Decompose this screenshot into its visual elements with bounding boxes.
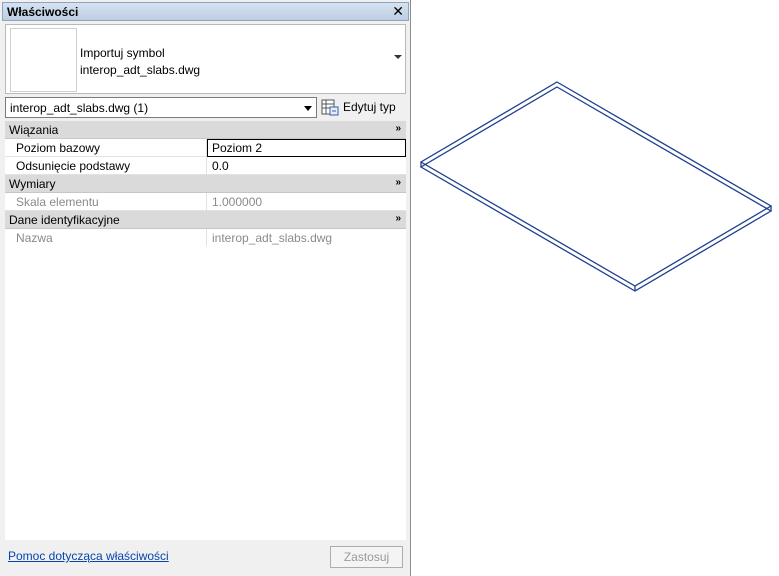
slab-top-outline[interactable]	[419, 81, 773, 287]
property-row-name: Nazwa interop_adt_slabs.dwg	[5, 229, 406, 247]
property-name: Nazwa	[5, 229, 207, 247]
collapse-icon[interactable]: »	[395, 123, 401, 134]
slab-drawing	[419, 81, 773, 292]
instance-filter-dropdown[interactable]: interop_adt_slabs.dwg (1)	[5, 97, 317, 118]
property-row-element-scale: Skala elementu 1.000000	[5, 193, 406, 211]
edit-type-icon	[321, 99, 339, 116]
slab-bottom-outline	[419, 86, 773, 292]
panel-titlebar[interactable]: Właściwości ✕	[2, 2, 409, 21]
property-row-base-level[interactable]: Poziom bazowy Poziom 2	[5, 139, 406, 157]
property-name: Odsunięcie podstawy	[5, 157, 207, 175]
apply-button[interactable]: Zastosuj	[330, 546, 403, 568]
base-offset-field[interactable]: 0.0	[207, 157, 406, 175]
type-preview-thumbnail	[10, 28, 77, 92]
type-family-label: Importuj symbol	[80, 46, 165, 60]
properties-empty-area	[5, 246, 406, 540]
property-name: Skala elementu	[5, 193, 207, 211]
section-header-constraints[interactable]: Wiązania »	[5, 121, 406, 139]
section-title: Wiązania	[9, 123, 59, 137]
dropdown-arrow-icon[interactable]	[304, 106, 312, 111]
collapse-icon[interactable]: »	[395, 177, 401, 188]
property-row-base-offset[interactable]: Odsunięcie podstawy 0.0	[5, 157, 406, 175]
close-icon[interactable]: ✕	[392, 3, 404, 20]
edit-type-button[interactable]: Edytuj typ	[321, 97, 405, 118]
section-title: Wymiary	[9, 177, 56, 191]
section-title: Dane identyfikacyjne	[9, 213, 120, 227]
collapse-icon[interactable]: »	[395, 213, 401, 224]
section-header-identity-data[interactable]: Dane identyfikacyjne »	[5, 211, 406, 229]
property-name: Poziom bazowy	[5, 139, 207, 157]
properties-grid: Wiązania » Poziom bazowy Poziom 2 Odsuni…	[5, 121, 406, 247]
3d-viewport[interactable]	[412, 0, 779, 576]
instance-filter-value: interop_adt_slabs.dwg (1)	[10, 101, 149, 115]
element-scale-value: 1.000000	[212, 195, 263, 209]
type-name-label: interop_adt_slabs.dwg	[80, 63, 201, 77]
type-selector[interactable]: Importuj symbol interop_adt_slabs.dwg	[5, 24, 406, 94]
name-value: interop_adt_slabs.dwg	[212, 231, 333, 245]
properties-panel: Właściwości ✕ Importuj symbol interop_ad…	[0, 0, 411, 576]
properties-help-link[interactable]: Pomoc dotycząca właściwości	[8, 549, 169, 563]
section-header-dimensions[interactable]: Wymiary »	[5, 175, 406, 193]
chevron-down-icon[interactable]	[394, 55, 402, 59]
base-level-field[interactable]: Poziom 2	[207, 139, 406, 157]
edit-type-label: Edytuj typ	[343, 100, 396, 114]
panel-title: Właściwości	[7, 5, 79, 19]
